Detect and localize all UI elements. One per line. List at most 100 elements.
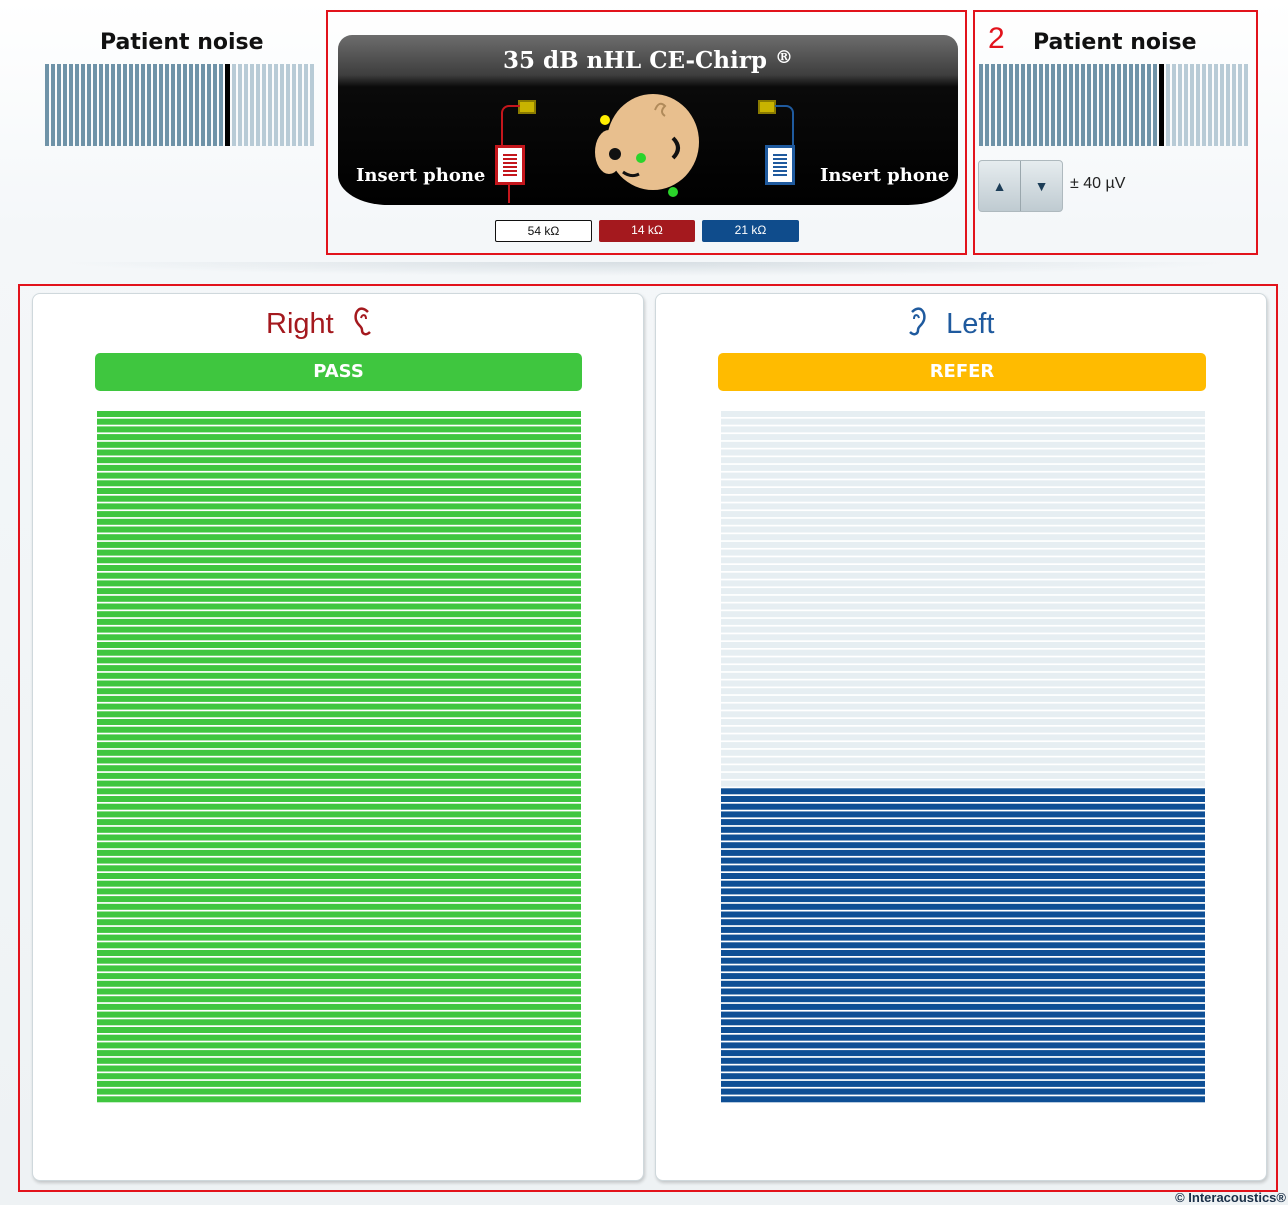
progress-bar-empty [721, 488, 1205, 494]
progress-bar-filled [97, 719, 581, 725]
progress-bar-filled [97, 511, 581, 518]
progress-bar-empty [721, 765, 1205, 772]
noise-segment [1003, 64, 1007, 146]
progress-bar-filled [721, 965, 1205, 972]
progress-bar-filled [97, 911, 581, 918]
progress-bar-filled [97, 919, 581, 926]
left-ear-icon [909, 307, 926, 336]
noise-segment [1033, 64, 1037, 146]
progress-bar-filled [97, 726, 581, 733]
left-insert-phone-icon [765, 145, 795, 185]
progress-bar-filled [97, 811, 581, 818]
progress-bar-filled [97, 988, 581, 995]
progress-bar-empty [721, 526, 1205, 533]
left-ear-label: Left [946, 308, 995, 340]
noise-segment [189, 64, 193, 146]
progress-bar-empty [721, 503, 1205, 510]
impedance-left: 21 kΩ [702, 220, 799, 242]
noise-segment [238, 64, 242, 146]
right-insert-phone-icon [495, 145, 525, 185]
noise-level-marker [1159, 64, 1164, 146]
progress-bar-filled [97, 672, 581, 679]
progress-bar-filled [721, 903, 1205, 910]
noise-segment [1202, 64, 1206, 146]
progress-bar-empty [721, 657, 1205, 664]
noise-segment [286, 64, 290, 146]
noise-segment [117, 64, 121, 146]
progress-bar-filled [721, 865, 1205, 872]
progress-bar-filled [97, 849, 581, 856]
noise-segment [1093, 64, 1097, 146]
progress-bar-empty [721, 441, 1205, 448]
progress-bar-empty [721, 480, 1205, 487]
progress-bar-filled [97, 1073, 581, 1080]
progress-bar-filled [721, 849, 1205, 856]
progress-bar-filled [97, 803, 581, 810]
progress-bar-filled [721, 834, 1205, 841]
progress-bar-filled [97, 942, 581, 949]
noise-segment [1190, 64, 1194, 146]
amplitude-value: ± 40 µV [1070, 175, 1126, 192]
progress-bar-filled [97, 695, 581, 702]
progress-bar-filled [97, 873, 581, 879]
progress-bar-empty [721, 688, 1205, 695]
progress-bar-filled [97, 557, 581, 564]
progress-bar-filled [97, 1088, 581, 1095]
progress-bar-empty [721, 703, 1205, 710]
progress-bar-filled [97, 449, 581, 456]
progress-bar-empty [721, 772, 1205, 779]
progress-bar-filled [97, 973, 581, 980]
progress-bar-empty [721, 580, 1205, 587]
progress-bar-empty [721, 680, 1205, 687]
progress-bar-filled [721, 796, 1205, 802]
progress-bar-filled [97, 634, 581, 641]
progress-bar-filled [97, 880, 581, 887]
progress-bar-filled [97, 934, 581, 941]
progress-bar-empty [721, 464, 1205, 471]
progress-bar-empty [721, 719, 1205, 725]
noise-segment [997, 64, 1001, 146]
noise-segment [135, 64, 139, 146]
progress-bar-filled [97, 534, 581, 541]
progress-bar-filled [721, 803, 1205, 810]
progress-bar-filled [721, 1003, 1205, 1010]
noise-segment [81, 64, 85, 146]
progress-bar-filled [97, 565, 581, 571]
noise-segment [1172, 64, 1176, 146]
progress-bar-filled [97, 434, 581, 441]
amplitude-control: ▲ ▼ [978, 160, 1063, 212]
noise-segment [87, 64, 91, 146]
progress-bar-filled [97, 950, 581, 956]
progress-bar-filled [721, 1065, 1205, 1072]
noise-segment [219, 64, 223, 146]
noise-segment [93, 64, 97, 146]
left-patient-noise-meter [45, 64, 316, 146]
progress-bar-filled [721, 880, 1205, 887]
progress-bar-empty [721, 626, 1205, 633]
progress-bar-filled [97, 819, 581, 826]
progress-bar-empty [721, 457, 1205, 464]
progress-bar-empty [721, 418, 1205, 425]
noise-segment [1166, 64, 1170, 146]
progress-bar-filled [97, 603, 581, 610]
right-electrode-connector-icon [518, 100, 536, 114]
progress-bar-filled [97, 1011, 581, 1018]
right-insert-phone-label: Insert phone [356, 165, 486, 186]
progress-bar-filled [97, 711, 581, 718]
progress-bar-filled [721, 842, 1205, 849]
right-ear-title: Right [266, 306, 374, 341]
progress-bar-filled [721, 857, 1205, 864]
noise-segment [1045, 64, 1049, 146]
progress-bar-filled [721, 1096, 1205, 1103]
progress-bar-filled [97, 796, 581, 802]
amplitude-down-button[interactable]: ▼ [1021, 161, 1062, 211]
progress-bar-filled [97, 888, 581, 895]
progress-bar-filled [721, 1019, 1205, 1026]
noise-segment [1063, 64, 1067, 146]
progress-bar-filled [721, 957, 1205, 964]
noise-segment [292, 64, 296, 146]
amplitude-up-button[interactable]: ▲ [979, 161, 1021, 211]
progress-bar-empty [721, 634, 1205, 641]
progress-bar-filled [721, 888, 1205, 895]
noise-segment [201, 64, 205, 146]
